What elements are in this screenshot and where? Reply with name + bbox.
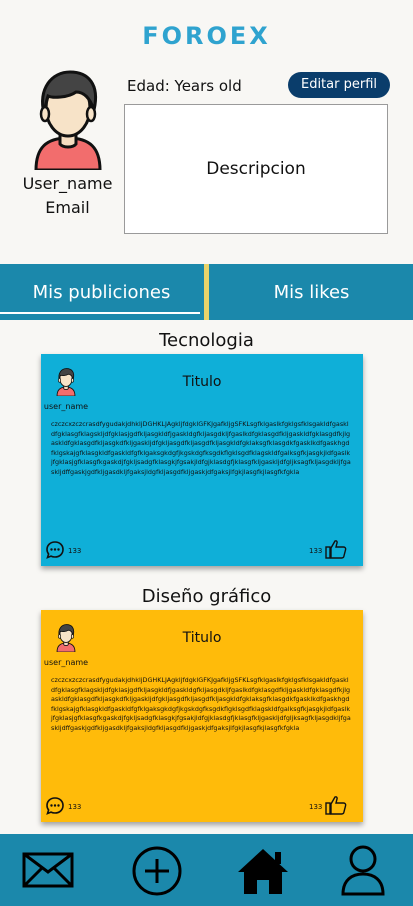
- comment-count: 133: [68, 803, 82, 811]
- post-title: Titulo: [182, 630, 222, 646]
- post-body: czczcxzczcrasdfygudakjdhkljDGHKLJAgkljfd…: [51, 420, 351, 476]
- post-username: user_name: [43, 402, 89, 411]
- profile-username: User_name: [22, 174, 113, 193]
- like-count: 133: [309, 803, 323, 811]
- bottom-nav: [0, 834, 413, 906]
- post-username: user_name: [43, 658, 89, 667]
- tab-my-likes[interactable]: Mis likes: [210, 264, 413, 320]
- post-card[interactable]: user_name Titulo czczcxzczcrasdfygudakjd…: [41, 354, 363, 566]
- like-icon[interactable]: [325, 539, 347, 559]
- tab-divider: [204, 264, 209, 320]
- edit-profile-button[interactable]: Editar perfil: [288, 72, 390, 98]
- post-title: Titulo: [182, 374, 222, 390]
- profile-age: Edad: Years old: [127, 77, 242, 95]
- profile-tabs: Mis publiciones Mis likes: [0, 264, 413, 320]
- profile-icon[interactable]: [340, 844, 386, 896]
- comment-icon[interactable]: [45, 796, 65, 816]
- tab-my-posts[interactable]: Mis publiciones: [0, 264, 203, 320]
- post-card[interactable]: user_name Titulo czczcxzczcrasdfygudakjd…: [41, 610, 363, 822]
- tab-my-likes-label: Mis likes: [273, 281, 350, 303]
- like-count: 133: [309, 547, 323, 555]
- add-icon[interactable]: [131, 845, 183, 897]
- tab-active-underline: [0, 312, 200, 314]
- like-icon[interactable]: [325, 795, 347, 815]
- home-icon[interactable]: [236, 846, 290, 896]
- post-category-title: Tecnologia: [159, 330, 254, 351]
- profile-description: Descripcion: [206, 159, 306, 179]
- tab-my-posts-label: Mis publiciones: [32, 281, 171, 303]
- app-logo: FOROEX: [142, 22, 271, 50]
- profile-avatar-icon: [30, 70, 106, 170]
- profile-email: Email: [45, 198, 90, 217]
- profile-description-box: Descripcion: [124, 104, 388, 234]
- post-body: czczcxzczcrasdfygudakjdhkljDGHKLJAgkljfd…: [51, 676, 351, 732]
- post-category-title: Diseño gráfico: [141, 586, 272, 607]
- mail-icon[interactable]: [22, 852, 74, 888]
- comment-icon[interactable]: [45, 540, 65, 560]
- comment-count: 133: [68, 547, 82, 555]
